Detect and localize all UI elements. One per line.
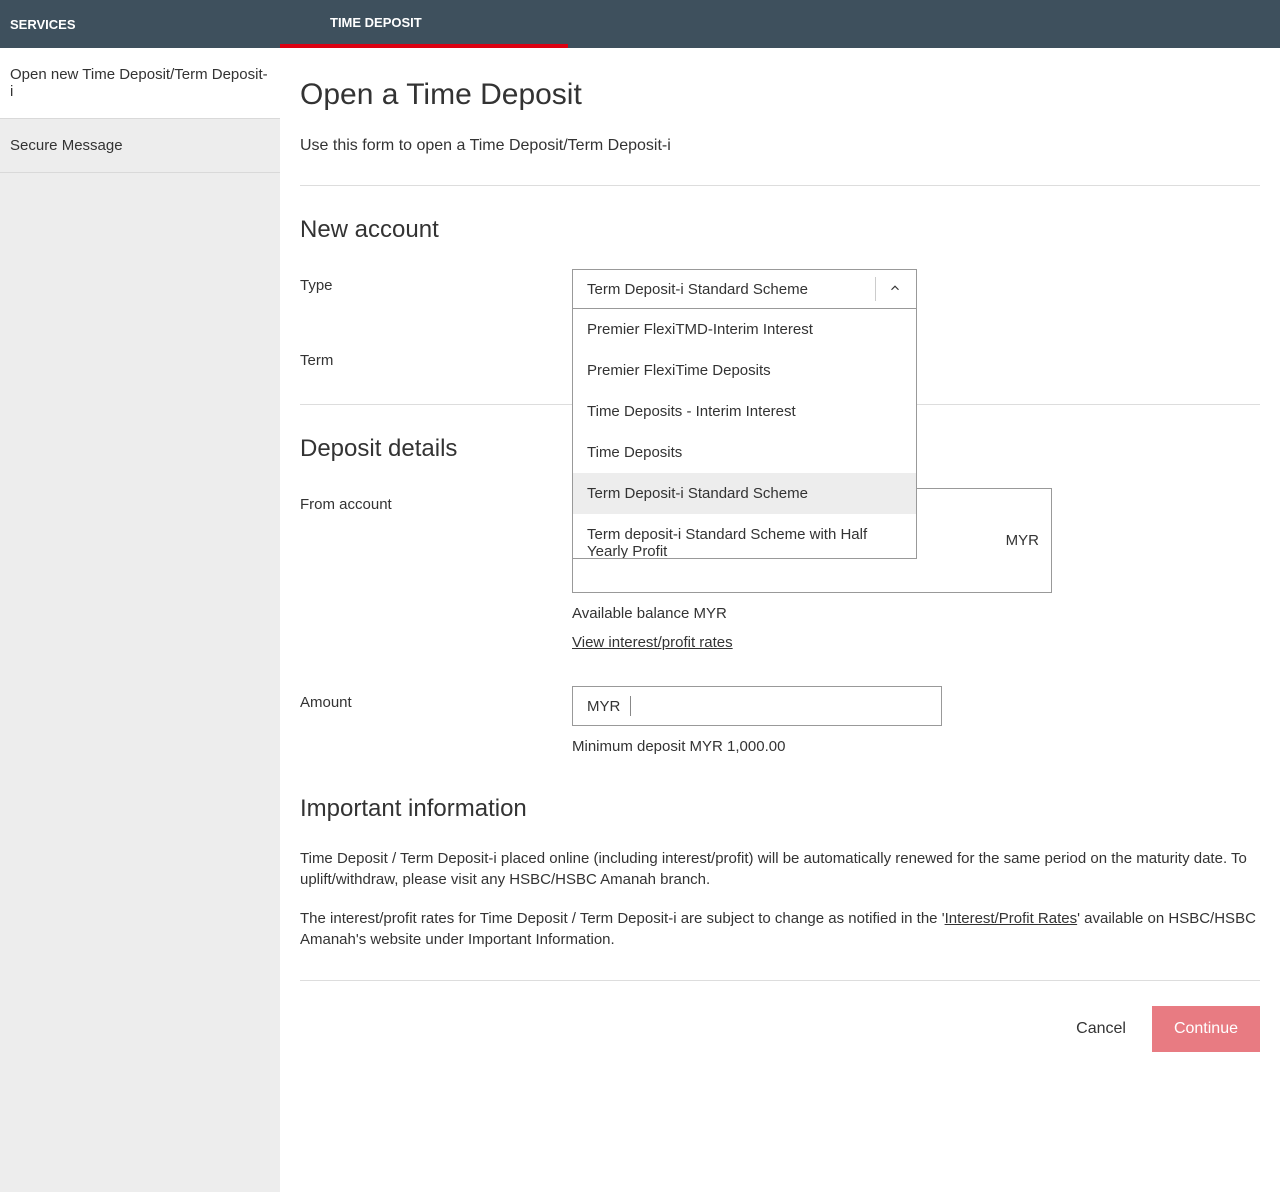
view-rates-link[interactable]: View interest/profit rates — [572, 634, 733, 651]
sidebar-item-secure-message[interactable]: Secure Message — [0, 119, 280, 173]
sidebar-item-open-time-deposit[interactable]: Open new Time Deposit/Term Deposit-i — [0, 48, 280, 119]
divider — [300, 980, 1260, 981]
type-dropdown[interactable]: Premier FlexiTMD-Interim Interest Premie… — [572, 309, 917, 559]
sidebar: Open new Time Deposit/Term Deposit-i Sec… — [0, 48, 280, 1192]
section-heading-new-account: New account — [300, 216, 1260, 244]
select-separator — [875, 277, 876, 301]
important-text-2-pre: The interest/profit rates for Time Depos… — [300, 910, 945, 927]
type-option-2[interactable]: Time Deposits - Interim Interest — [573, 391, 916, 432]
interest-profit-rates-link[interactable]: Interest/Profit Rates — [945, 910, 1078, 927]
section-heading-important: Important information — [300, 795, 1260, 823]
amount-label: Amount — [300, 686, 572, 711]
type-option-4[interactable]: Term Deposit-i Standard Scheme — [573, 473, 916, 514]
chevron-up-icon — [888, 281, 902, 297]
type-label: Type — [300, 269, 572, 294]
amount-input[interactable]: MYR — [572, 686, 942, 726]
text-cursor — [630, 696, 631, 716]
term-label: Term — [300, 344, 572, 369]
from-account-label: From account — [300, 488, 572, 513]
minimum-deposit-text: Minimum deposit MYR 1,000.00 — [572, 738, 1260, 755]
type-option-3[interactable]: Time Deposits — [573, 432, 916, 473]
type-option-5[interactable]: Term deposit-i Standard Scheme with Half… — [573, 514, 916, 559]
cancel-button[interactable]: Cancel — [1068, 1008, 1134, 1050]
type-select-value: Term Deposit-i Standard Scheme — [587, 281, 808, 298]
page-title: Open a Time Deposit — [300, 78, 1260, 112]
important-text-2: The interest/profit rates for Time Depos… — [300, 908, 1260, 950]
type-select[interactable]: Term Deposit-i Standard Scheme — [572, 269, 917, 309]
continue-button[interactable]: Continue — [1152, 1006, 1260, 1052]
tab-time-deposit[interactable]: TIME DEPOSIT — [280, 0, 568, 48]
header-bar: SERVICES TIME DEPOSIT — [0, 0, 1280, 48]
amount-prefix: MYR — [587, 698, 620, 715]
main-content: Open a Time Deposit Use this form to ope… — [280, 48, 1280, 1192]
type-option-1[interactable]: Premier FlexiTime Deposits — [573, 350, 916, 391]
tab-services[interactable]: SERVICES — [0, 0, 280, 48]
type-option-0[interactable]: Premier FlexiTMD-Interim Interest — [573, 309, 916, 350]
divider — [300, 185, 1260, 186]
important-text-1: Time Deposit / Term Deposit-i placed onl… — [300, 848, 1260, 890]
available-balance-text: Available balance MYR — [572, 605, 1260, 622]
page-subtitle: Use this form to open a Time Deposit/Ter… — [300, 137, 1260, 155]
